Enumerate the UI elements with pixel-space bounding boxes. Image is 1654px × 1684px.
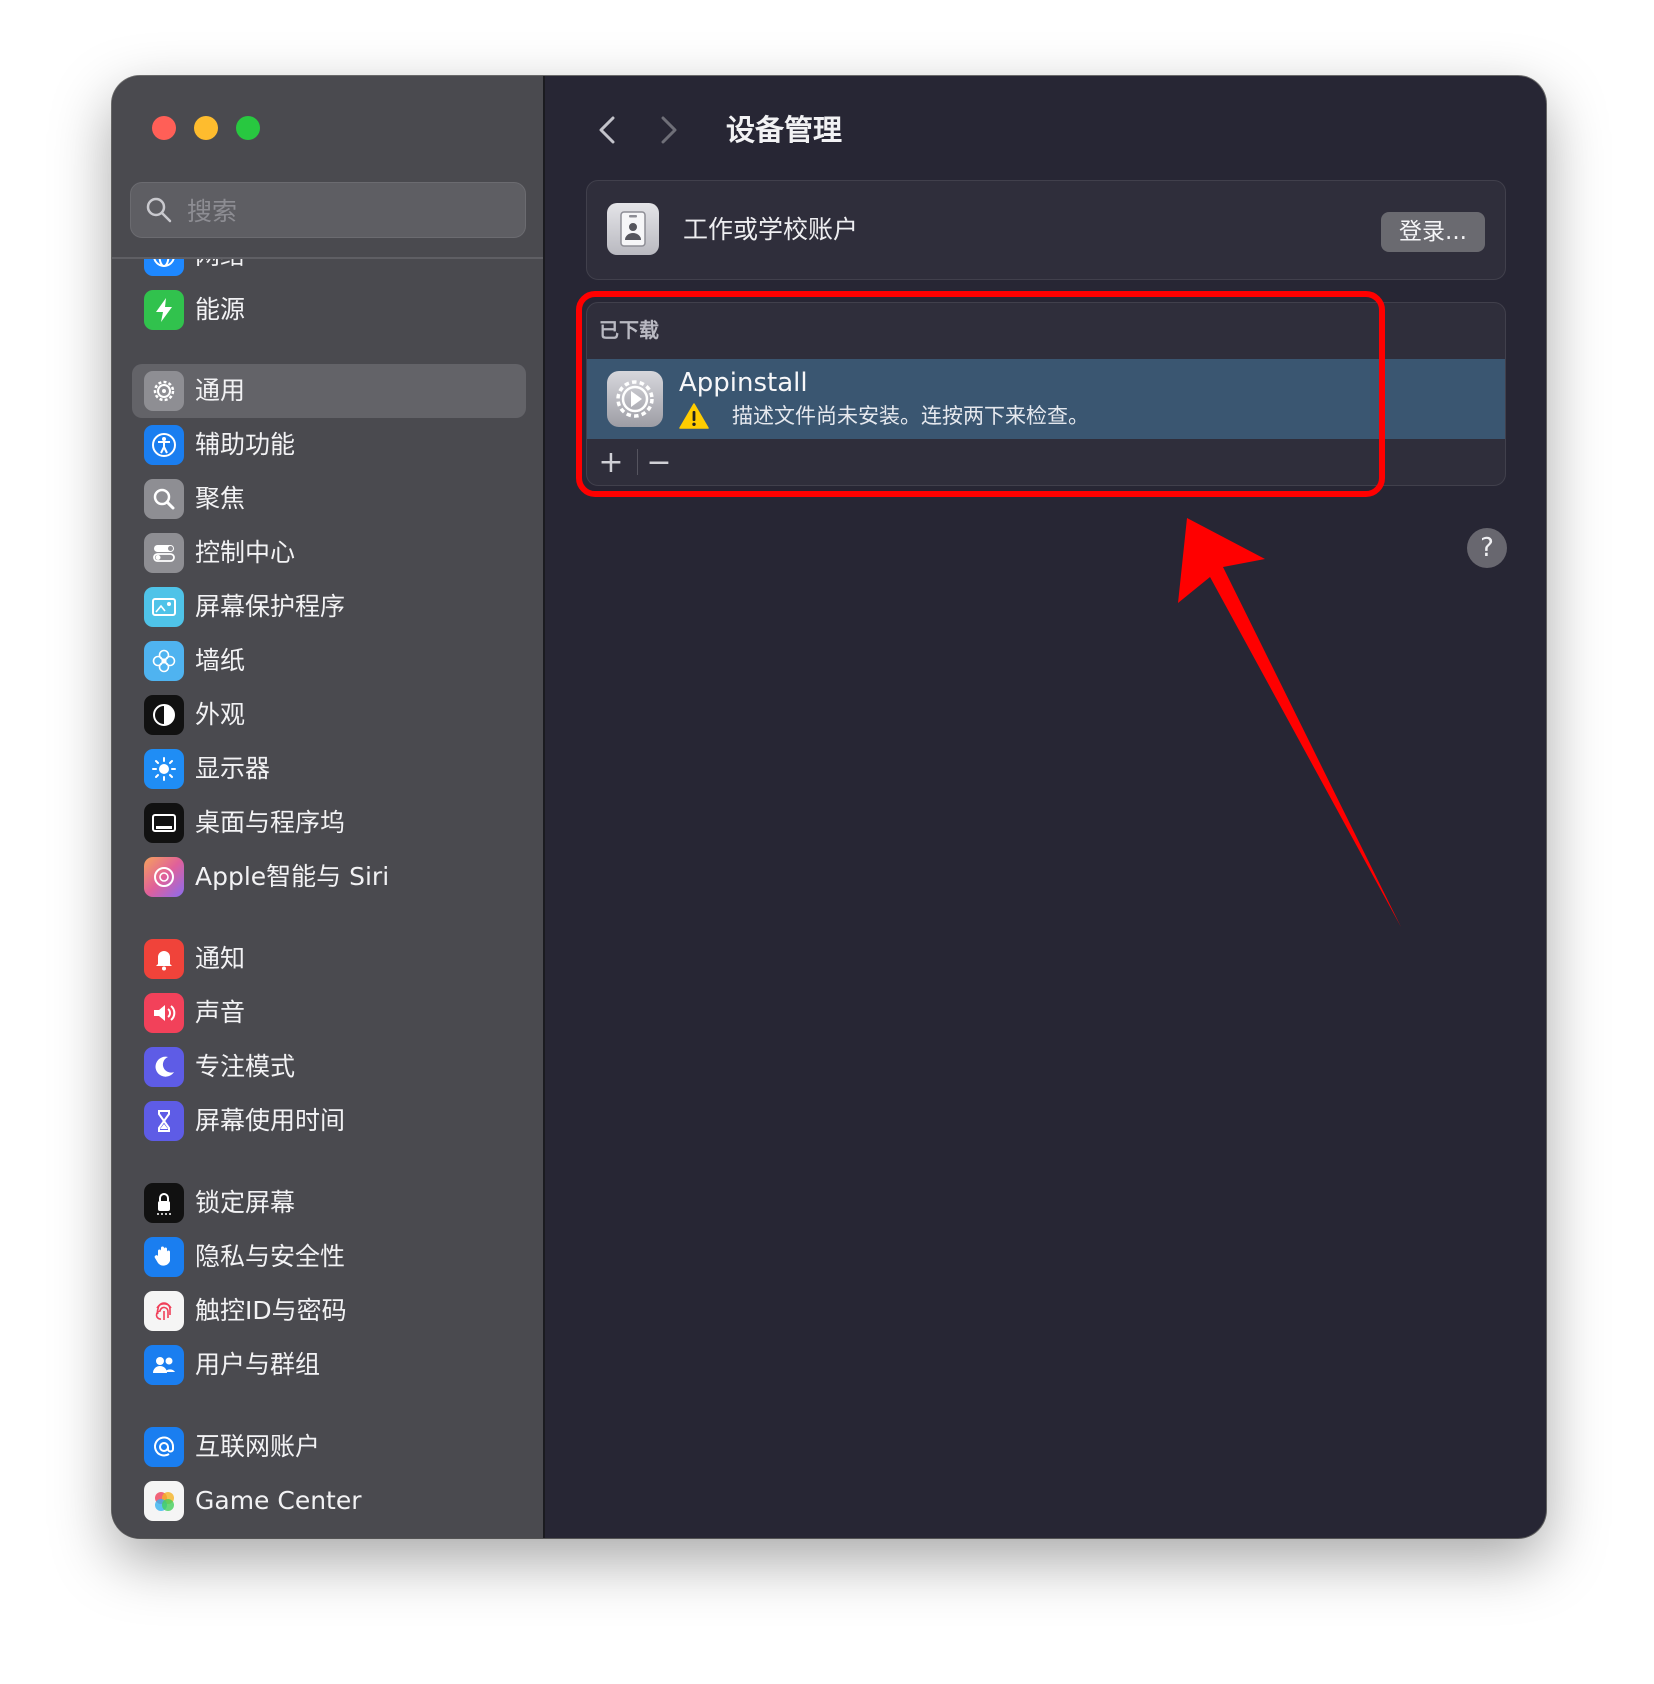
sidebar-item-appearance[interactable]: 外观	[132, 688, 526, 742]
profile-name: Appinstall	[679, 368, 808, 398]
moon-icon	[144, 1047, 184, 1087]
sidebar-item-label: 触控ID与密码	[195, 1296, 347, 1325]
hand-icon	[144, 1237, 184, 1277]
sidebar-item-lock-screen[interactable]: 锁定屏幕	[132, 1176, 526, 1230]
gamecenter-icon	[144, 1481, 184, 1521]
sidebar-item-label: 互联网账户	[195, 1432, 321, 1461]
sidebar-item-notifications[interactable]: 通知	[132, 932, 526, 986]
users-icon	[144, 1345, 184, 1385]
zoom-window-button[interactable]	[236, 116, 260, 140]
sidebar-item-desktop-dock[interactable]: 桌面与程序坞	[132, 796, 526, 850]
toolbar-separator	[637, 449, 638, 475]
magnifier-icon	[144, 479, 184, 519]
flower-icon	[144, 641, 184, 681]
bell-icon	[144, 939, 184, 979]
sidebar-item-sound[interactable]: 声音	[132, 986, 526, 1040]
sidebar-item-screensaver[interactable]: 屏幕保护程序	[132, 580, 526, 634]
sidebar-item-label: 网络	[195, 259, 245, 283]
help-button[interactable]: ?	[1467, 528, 1507, 568]
search-field[interactable]	[130, 182, 526, 239]
work-account-card: 工作或学校账户 登录...	[586, 180, 1506, 280]
profile-gear-icon	[607, 371, 663, 427]
sidebar-item-label: 锁定屏幕	[195, 1188, 296, 1217]
sidebar-item-label: 控制中心	[195, 538, 296, 567]
sidebar-item-siri[interactable]: Apple智能与 Siri	[132, 850, 526, 904]
sidebar-item-label: 外观	[195, 700, 246, 729]
sidebar-item-wallpaper[interactable]: 墙纸	[132, 634, 526, 688]
sidebar-item-label: 屏幕保护程序	[195, 592, 346, 621]
siri-icon	[144, 857, 184, 897]
sidebar-item-privacy-security[interactable]: 隐私与安全性	[132, 1230, 526, 1284]
sidebar-item-spotlight[interactable]: 聚焦	[132, 472, 526, 526]
profile-toolbar: + −	[587, 439, 1505, 485]
sidebar: 网络 能源 通用 辅助功能	[112, 76, 545, 1538]
accessibility-icon	[144, 425, 184, 465]
add-profile-button[interactable]: +	[591, 443, 631, 483]
sidebar-item-energy[interactable]: 能源	[132, 283, 526, 337]
id-card-icon	[607, 203, 659, 255]
sidebar-item-label: 通知	[195, 944, 246, 973]
settings-window: 网络 能源 通用 辅助功能	[112, 76, 1546, 1538]
content-pane: 设备管理 工作或学校账户 登录... 已下载 Appinstall 描述文件尚未…	[545, 76, 1546, 1538]
back-button[interactable]	[590, 112, 626, 148]
minimize-window-button[interactable]	[194, 116, 218, 140]
sidebar-item-touch-id[interactable]: 触控ID与密码	[132, 1284, 526, 1338]
sidebar-item-focus[interactable]: 专注模式	[132, 1040, 526, 1094]
work-account-label: 工作或学校账户	[683, 215, 859, 244]
warning-icon	[679, 403, 709, 429]
appearance-icon	[144, 695, 184, 735]
sidebar-item-general[interactable]: 通用	[132, 364, 526, 418]
page-title: 设备管理	[726, 113, 843, 147]
login-button[interactable]: 登录...	[1381, 212, 1485, 252]
sidebar-item-accessibility[interactable]: 辅助功能	[132, 418, 526, 472]
toggles-icon	[144, 533, 184, 573]
lock-icon	[144, 1183, 184, 1223]
sidebar-item-label: 能源	[195, 295, 246, 324]
sidebar-item-label: 专注模式	[195, 1052, 296, 1081]
downloaded-profiles-card: 已下载 Appinstall 描述文件尚未安装。连按两下来检查。 + −	[586, 302, 1506, 486]
sidebar-item-internet-accounts[interactable]: 互联网账户	[132, 1420, 526, 1474]
sidebar-item-screen-time[interactable]: 屏幕使用时间	[132, 1094, 526, 1148]
window-controls	[152, 116, 260, 140]
globe-icon	[144, 259, 184, 276]
sidebar-item-label: 显示器	[195, 754, 271, 783]
profile-row[interactable]: Appinstall 描述文件尚未安装。连按两下来检查。	[587, 359, 1505, 439]
close-window-button[interactable]	[152, 116, 176, 140]
speaker-icon	[144, 993, 184, 1033]
search-input[interactable]	[185, 183, 509, 239]
sidebar-item-game-center[interactable]: Game Center	[132, 1474, 526, 1528]
sidebar-item-label: Game Center	[195, 1486, 362, 1515]
sidebar-item-label: Apple智能与 Siri	[195, 862, 390, 891]
section-header: 已下载	[599, 318, 659, 342]
sidebar-item-label: 聚焦	[195, 484, 246, 513]
sidebar-item-label: 桌面与程序坞	[195, 808, 346, 837]
forward-button[interactable]	[650, 112, 686, 148]
sidebar-item-network[interactable]: 网络	[132, 259, 526, 283]
sidebar-item-label: 墙纸	[195, 646, 246, 675]
sidebar-item-label: 隐私与安全性	[195, 1242, 346, 1271]
at-icon	[144, 1427, 184, 1467]
sidebar-item-users-groups[interactable]: 用户与群组	[132, 1338, 526, 1392]
hourglass-icon	[144, 1101, 184, 1141]
sidebar-item-control-center[interactable]: 控制中心	[132, 526, 526, 580]
remove-profile-button[interactable]: −	[639, 443, 679, 483]
dock-icon	[144, 803, 184, 843]
sidebar-item-label: 用户与群组	[195, 1350, 321, 1379]
profile-status: 描述文件尚未安装。连按两下来检查。	[732, 404, 1089, 428]
gear-icon	[144, 371, 184, 411]
fingerprint-icon	[144, 1291, 184, 1331]
sidebar-item-label: 通用	[195, 376, 246, 405]
sidebar-item-displays[interactable]: 显示器	[132, 742, 526, 796]
sidebar-list[interactable]: 网络 能源 通用 辅助功能	[112, 259, 543, 1538]
sidebar-item-label: 声音	[195, 998, 246, 1027]
screensaver-icon	[144, 587, 184, 627]
search-icon	[146, 197, 172, 223]
sun-icon	[144, 749, 184, 789]
sidebar-item-label: 屏幕使用时间	[195, 1106, 346, 1135]
bolt-icon	[144, 290, 184, 330]
sidebar-item-label: 辅助功能	[195, 430, 296, 459]
